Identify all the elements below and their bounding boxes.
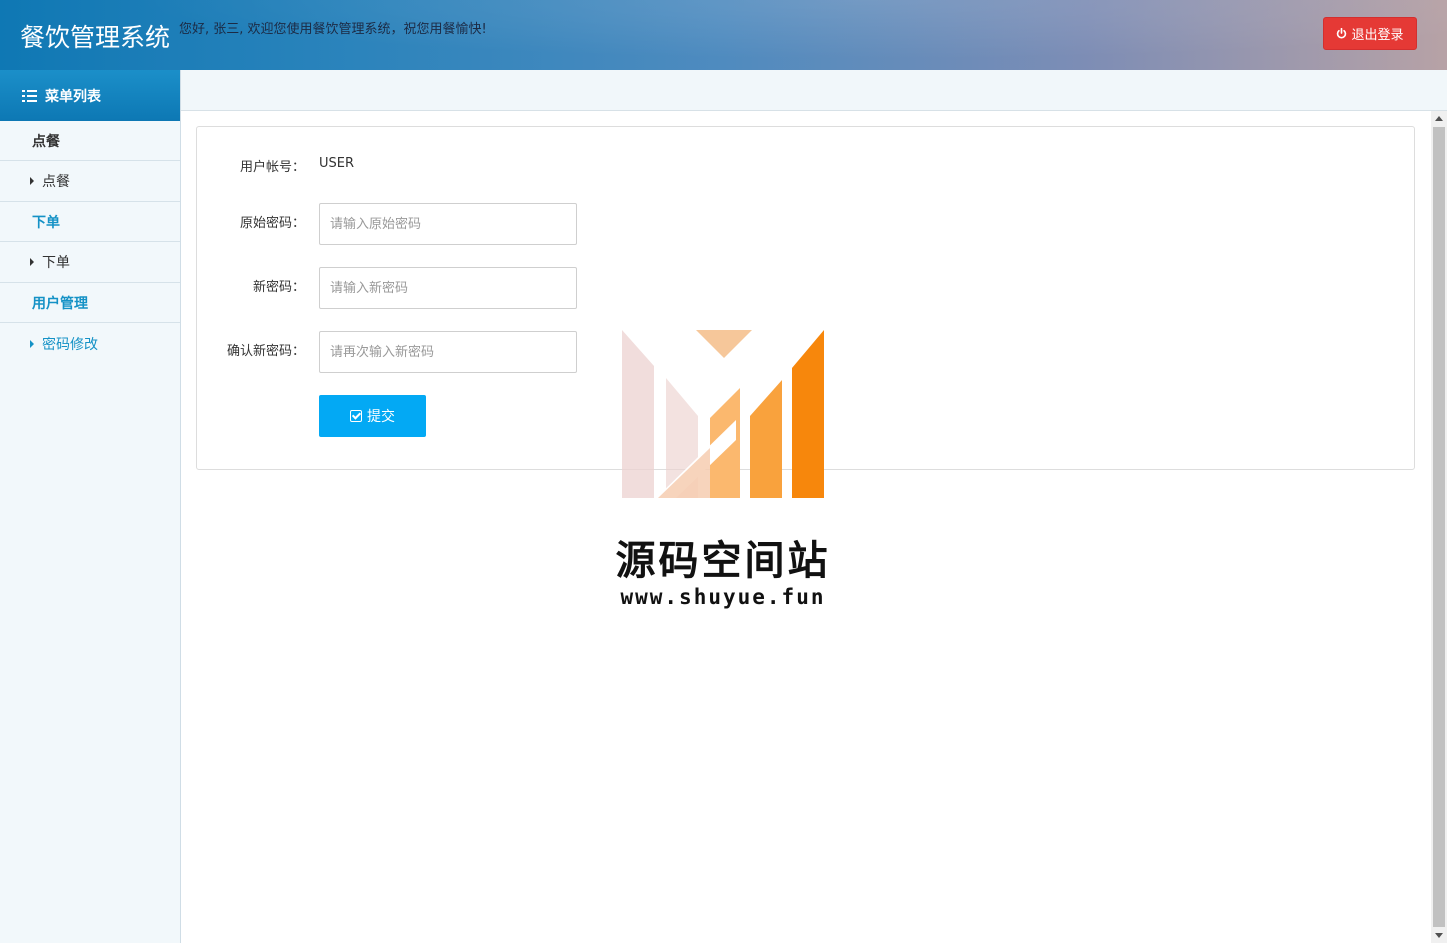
watermark-title: 源码空间站: [615, 538, 831, 584]
account-value: USER: [319, 156, 355, 171]
submit-button[interactable]: 提交: [319, 395, 426, 437]
caret-right-icon: [30, 258, 34, 266]
account-label: 用户帐号：: [239, 160, 305, 175]
watermark-url: www.shuyue.fun: [620, 585, 826, 609]
power-icon: [1337, 28, 1347, 39]
welcome-message: 您好, 张三, 欢迎您使用餐饮管理系统，祝您用餐愉快!: [179, 22, 487, 37]
sidebar-item-change-password[interactable]: 密码修改: [0, 323, 180, 364]
logout-button[interactable]: 退出登录: [1323, 17, 1417, 50]
old-password-label: 原始密码：: [239, 216, 305, 231]
sidebar-item-order[interactable]: 点餐: [0, 161, 180, 202]
menu-title: 菜单列表: [45, 88, 101, 105]
scroll-thumb[interactable]: [1433, 127, 1445, 927]
app-title: 餐饮管理系统: [20, 23, 171, 52]
content-topbar: [181, 70, 1447, 111]
new-password-input[interactable]: [319, 267, 577, 309]
caret-right-icon: [30, 339, 34, 348]
vertical-scrollbar[interactable]: [1431, 111, 1447, 943]
scroll-down-icon[interactable]: [1435, 933, 1443, 938]
scroll-up-icon[interactable]: [1435, 116, 1443, 121]
menu-header: 菜单列表: [0, 70, 180, 121]
sidebar-item-label: 下单: [42, 255, 70, 271]
nav-group-user-management[interactable]: 用户管理: [0, 283, 180, 323]
old-password-input[interactable]: [319, 203, 577, 245]
nav-group-checkout[interactable]: 下单: [0, 202, 180, 242]
sidebar-item-label: 密码修改: [42, 336, 98, 353]
confirm-password-input[interactable]: [319, 331, 577, 373]
confirm-password-label: 确认新密码：: [226, 344, 305, 359]
sidebar-item-checkout[interactable]: 下单: [0, 242, 180, 283]
submit-label: 提交: [367, 408, 395, 424]
caret-right-icon: [30, 177, 34, 185]
sidebar-item-label: 点餐: [42, 174, 70, 190]
app-header: 餐饮管理系统 您好, 张三, 欢迎您使用餐饮管理系统，祝您用餐愉快! 退出登录: [0, 0, 1447, 70]
check-square-icon: [350, 410, 362, 422]
watermark-logo: [622, 330, 824, 498]
new-password-label: 新密码：: [252, 280, 305, 295]
sidebar: 菜单列表 点餐 点餐 下单 下单 用户管理 密码修改: [0, 70, 181, 943]
nav-group-order[interactable]: 点餐: [0, 121, 180, 161]
logout-label: 退出登录: [1351, 28, 1404, 43]
list-icon: [22, 89, 37, 102]
